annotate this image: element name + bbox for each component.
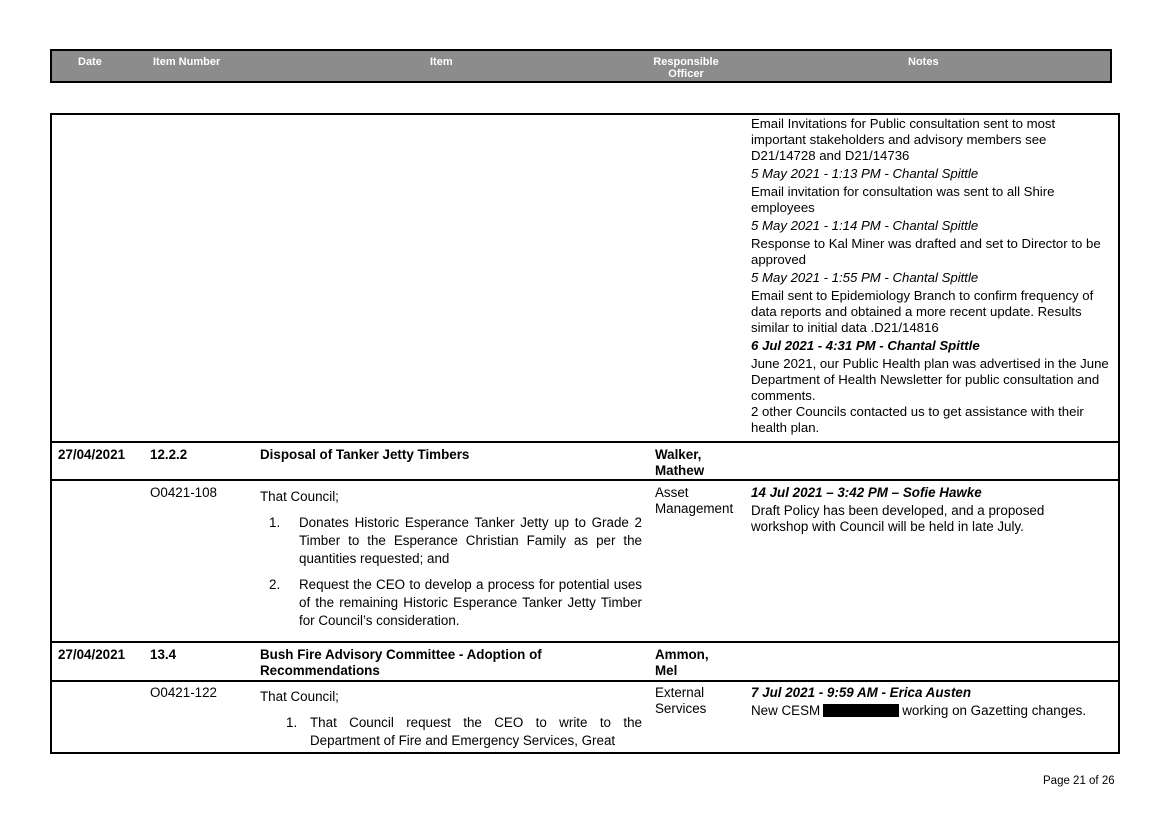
- note-text: New CESM working on Gazetting changes.: [751, 703, 1111, 719]
- resolution-intro: That Council;: [260, 489, 339, 504]
- note-text-before: New CESM: [751, 703, 821, 718]
- table-header: Date Item Number Item Responsible Office…: [50, 49, 1112, 83]
- row-divider: [52, 680, 1118, 682]
- note-timestamp: 14 Jul 2021 – 3:42 PM – Sofie Hawke: [751, 485, 982, 500]
- responsible-department: Asset Management: [655, 485, 734, 516]
- note-text: Email Invitations for Public consultatio…: [751, 116, 1056, 163]
- note-timestamp: 5 May 2021 - 1:13 PM - Chantal Spittle: [751, 166, 979, 181]
- header-item-number: Item Number: [153, 56, 221, 68]
- redaction-box: [823, 704, 900, 717]
- header-responsible-officer: Responsible Officer: [653, 56, 719, 80]
- resolution-point: 2. Request the CEO to develop a process f…: [260, 576, 642, 630]
- item-title: Disposal of Tanker Jetty Timbers: [260, 447, 470, 462]
- header-item: Item: [430, 56, 453, 68]
- resolution-number: O0421-108: [150, 485, 218, 500]
- resolution-text: That Council; 1. Donates Historic Esperan…: [260, 488, 642, 638]
- header-notes: Notes: [908, 56, 939, 68]
- item-number: 12.2.2: [150, 447, 188, 462]
- row-divider: [52, 641, 1118, 643]
- note-timestamp: 5 May 2021 - 1:14 PM - Chantal Spittle: [751, 218, 979, 233]
- header-date: Date: [78, 56, 102, 68]
- resolution-point: 1. Donates Historic Esperance Tanker Jett…: [260, 514, 642, 568]
- item-title: Bush Fire Advisory Committee - Adoption …: [260, 647, 542, 678]
- item-number: 13.4: [150, 647, 177, 662]
- responsible-department: External Services: [655, 685, 707, 716]
- note-text: 2 other Councils contacted us to get ass…: [751, 404, 1084, 435]
- resolution-intro: That Council;: [260, 689, 339, 704]
- responsible-officer: Walker, Mathew: [655, 447, 705, 478]
- resolution-text: That Council; 1. That Council request the…: [260, 688, 642, 752]
- point-number: 1.: [286, 715, 298, 730]
- note-text: Email invitation for consultation was se…: [751, 184, 1055, 215]
- note-text: June 2021, our Public Health plan was ad…: [751, 356, 1109, 403]
- item-date: 27/04/2021: [58, 647, 126, 662]
- point-number: 2.: [269, 577, 281, 592]
- responsible-officer: Ammon, Mel: [655, 647, 709, 678]
- row-divider: [52, 441, 1118, 443]
- item-date: 27/04/2021: [58, 447, 126, 462]
- continued-notes: Email Invitations for Public consultatio…: [751, 116, 1113, 436]
- actions-table: Email Invitations for Public consultatio…: [50, 113, 1120, 754]
- note-text-after: working on Gazetting changes.: [902, 703, 1087, 718]
- note-text: Email sent to Epidemiology Branch to con…: [751, 288, 1094, 335]
- note-timestamp: 7 Jul 2021 - 9:59 AM - Erica Austen: [751, 685, 972, 700]
- point-text: That Council request the CEO to write to…: [310, 715, 642, 748]
- resolution-number: O0421-122: [150, 685, 218, 700]
- point-text: Donates Historic Esperance Tanker Jetty …: [299, 515, 642, 566]
- row-divider: [52, 479, 1118, 481]
- resolution-point: 1. That Council request the CEO to write …: [260, 714, 642, 750]
- point-text: Request the CEO to develop a process for…: [299, 577, 642, 628]
- note-text: Response to Kal Miner was drafted and se…: [751, 236, 1101, 267]
- point-number: 1.: [269, 515, 281, 530]
- note-text: Draft Policy has been developed, and a p…: [751, 503, 1045, 534]
- item-notes: 7 Jul 2021 - 9:59 AM - Erica Austen New …: [751, 685, 1111, 719]
- page-number: Page 21 of 26: [1043, 775, 1115, 787]
- note-timestamp: 6 Jul 2021 - 4:31 PM - Chantal Spittle: [751, 338, 980, 353]
- item-notes: 14 Jul 2021 – 3:42 PM – Sofie Hawke Draf…: [751, 485, 1091, 535]
- note-timestamp: 5 May 2021 - 1:55 PM - Chantal Spittle: [751, 270, 979, 285]
